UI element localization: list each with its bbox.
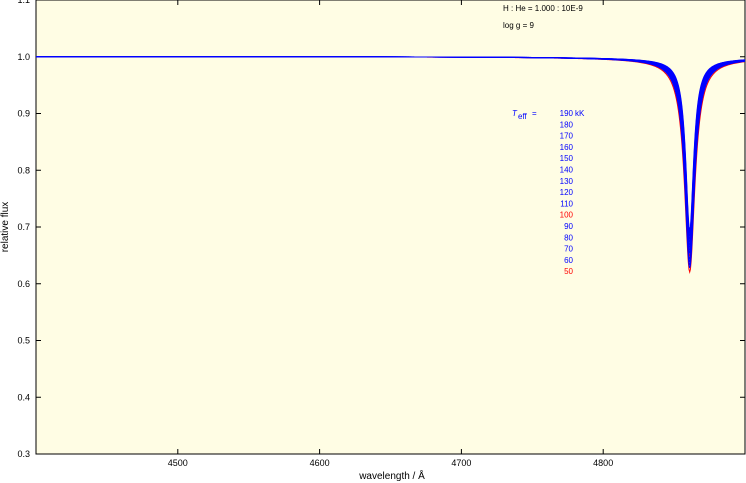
y-tick-label: 0.8 bbox=[17, 165, 30, 175]
legend-teff-110: 110 bbox=[560, 199, 573, 208]
legend-teff-80: 80 bbox=[564, 233, 573, 242]
legend-teff-150: 150 bbox=[560, 154, 574, 163]
legend-teff-120: 120 bbox=[560, 188, 574, 197]
plot-background bbox=[35, 0, 746, 455]
spectrum-chart: 0.3 0.4 0.5 0.6 0.7 0.8 0.9 1.0 1.1 4500 4600 4700 4… bbox=[0, 0, 746, 482]
legend-teff-100: 100 bbox=[560, 211, 574, 220]
teff-unit: kK bbox=[575, 109, 585, 118]
legend-teff-180: 180 bbox=[560, 120, 574, 129]
x-tick-label: 4700 bbox=[451, 458, 471, 468]
y-tick-label: 1.1 bbox=[17, 0, 30, 5]
teff-subscript: eff bbox=[518, 112, 528, 121]
y-tick-label: 0.4 bbox=[17, 392, 30, 402]
y-tick-label: 0.5 bbox=[17, 336, 30, 346]
legend-teff-140: 140 bbox=[560, 166, 574, 175]
x-axis-title: wavelength / Å bbox=[358, 469, 425, 482]
y-tick-label: 0.3 bbox=[17, 449, 30, 459]
legend-teff-90: 90 bbox=[564, 222, 573, 231]
y-tick-label: 0.7 bbox=[17, 222, 30, 232]
legend-teff-170: 170 bbox=[560, 132, 574, 141]
legend-teff-60: 60 bbox=[564, 256, 573, 265]
y-tick-label: 0.9 bbox=[17, 109, 30, 119]
composition-label: H : He = 1.000 : 10E-9 bbox=[503, 4, 583, 13]
x-tick-label: 4500 bbox=[168, 458, 188, 468]
y-tick-label: 1.0 bbox=[17, 52, 30, 62]
teff-equals: = bbox=[532, 109, 537, 118]
y-tick-label: 0.6 bbox=[17, 279, 30, 289]
legend-teff-130: 130 bbox=[560, 177, 574, 186]
logg-label: log g = 9 bbox=[503, 21, 534, 30]
legend-teff-160: 160 bbox=[560, 143, 574, 152]
legend-teff-190: 190 bbox=[560, 109, 574, 118]
y-axis-title: relative flux bbox=[0, 202, 11, 253]
x-tick-label: 4800 bbox=[593, 458, 613, 468]
legend-teff-50: 50 bbox=[564, 267, 573, 276]
x-tick-label: 4600 bbox=[310, 458, 330, 468]
legend-teff-70: 70 bbox=[564, 245, 573, 254]
